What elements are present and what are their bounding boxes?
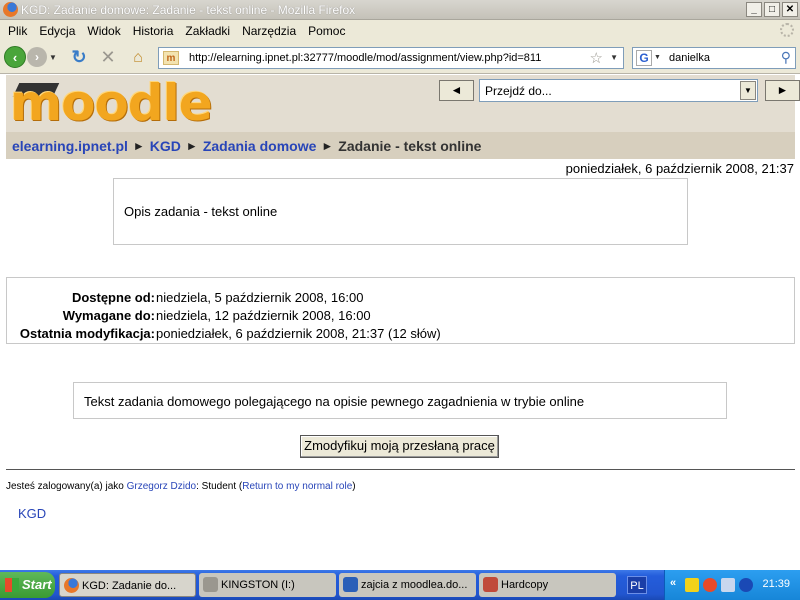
breadcrumb-separator: ► <box>132 138 145 153</box>
firefox-icon <box>3 2 18 17</box>
hc-tray-icon[interactable] <box>685 578 699 592</box>
edit-submission-button[interactable]: Zmodyfikuj moją przesłaną pracę <box>300 435 499 458</box>
task-label: zajcia z moodlea.do... <box>361 579 468 591</box>
modified-label: Ostatnia modyfikacja: <box>19 326 155 341</box>
login-info: Jesteś zalogowany(a) jako Grzegorz Dzido… <box>6 481 356 492</box>
task-label: KINGSTON (I:) <box>221 579 295 591</box>
firefox-icon <box>64 578 79 593</box>
task-label: Hardcopy <box>501 579 549 591</box>
antivirus-icon[interactable] <box>739 578 753 592</box>
window-title: KGD: Zadanie domowe: Zadanie - tekst onl… <box>21 3 356 17</box>
tray-app-icon[interactable] <box>703 578 717 592</box>
site-favicon-icon: m <box>163 51 179 65</box>
clock: 21:39 <box>762 578 790 590</box>
breadcrumb: elearning.ipnet.pl ► KGD ► Zadania domow… <box>6 132 795 159</box>
due-value: niedziela, 12 październik 2008, 16:00 <box>156 308 371 323</box>
history-dropdown-icon[interactable]: ▼ <box>48 46 58 69</box>
back-button[interactable]: ‹ <box>4 46 26 68</box>
windows-taskbar: Start KGD: Zadanie do... KINGSTON (I:) z… <box>0 570 800 600</box>
search-icon[interactable]: ⚲ <box>781 49 791 66</box>
role-text: : Student ( <box>196 481 243 492</box>
submission-text: Tekst zadania domowego polegającego na o… <box>84 394 585 409</box>
moodle-header: moodle ◄ Przejdź do... ▼ ► <box>6 75 800 132</box>
next-activity-button[interactable]: ► <box>765 80 800 101</box>
page-content: moodle ◄ Przejdź do... ▼ ► elearning.ipn… <box>0 75 800 568</box>
menu-view[interactable]: Widok <box>81 24 126 38</box>
bookmark-star-icon[interactable]: ☆ <box>590 49 603 67</box>
minimize-button[interactable]: _ <box>746 2 762 17</box>
start-label: Start <box>22 577 52 592</box>
menu-tools[interactable]: Narzędzia <box>236 24 302 38</box>
drive-icon <box>203 577 218 592</box>
start-button[interactable]: Start <box>0 572 55 598</box>
submission-text-box: Tekst zadania domowego polegającego na o… <box>73 382 727 419</box>
footer-divider <box>6 469 795 470</box>
reload-button[interactable]: ↻ <box>69 46 89 69</box>
breadcrumb-section[interactable]: Zadania domowe <box>203 138 317 154</box>
jump-to-value: Przejdź do... <box>485 84 552 98</box>
search-input[interactable]: danielka <box>669 52 710 64</box>
breadcrumb-course[interactable]: KGD <box>150 138 181 154</box>
breadcrumb-separator: ► <box>321 138 334 153</box>
language-indicator[interactable]: PL <box>627 576 647 594</box>
network-icon[interactable] <box>721 578 735 592</box>
window-titlebar: KGD: Zadanie domowe: Zadanie - tekst onl… <box>0 0 800 20</box>
menu-edit[interactable]: Edycja <box>33 24 81 38</box>
throbber-icon <box>780 23 794 37</box>
menu-history[interactable]: Historia <box>127 24 180 38</box>
task-label: KGD: Zadanie do... <box>82 580 177 592</box>
previous-activity-button[interactable]: ◄ <box>439 80 474 101</box>
search-engine-icon[interactable]: G <box>636 50 652 66</box>
due-label: Wymagane do: <box>62 308 155 323</box>
available-value: niedziela, 5 październik 2008, 16:00 <box>156 290 364 305</box>
forward-button[interactable]: › <box>27 47 47 67</box>
breadcrumb-site[interactable]: elearning.ipnet.pl <box>12 138 128 154</box>
chevron-down-icon[interactable]: ▼ <box>740 81 756 100</box>
menu-bookmarks[interactable]: Zakładki <box>179 24 236 38</box>
moodle-logo[interactable]: moodle <box>10 77 213 129</box>
close-button[interactable]: ✕ <box>782 2 798 17</box>
assignment-description-box: Opis zadania - tekst online <box>113 178 688 245</box>
breadcrumb-current: Zadanie - tekst online <box>338 137 482 154</box>
modified-value: poniedziałek, 6 październik 2008, 21:37 … <box>156 326 441 341</box>
assignment-dates-box: Dostępne od: niedziela, 5 październik 20… <box>6 277 795 344</box>
breadcrumb-separator: ► <box>185 138 198 153</box>
navigation-toolbar: ‹ › ▼ ↻ ✕ ⌂ m http://elearning.ipnet.pl:… <box>0 41 800 74</box>
task-word[interactable]: zajcia z moodlea.do... <box>339 573 476 597</box>
assignment-description: Opis zadania - tekst online <box>124 204 278 219</box>
search-bar[interactable]: G ▼ danielka ⚲ <box>632 47 796 69</box>
login-prefix: Jesteś zalogowany(a) jako <box>6 481 124 492</box>
menu-bar: Plik Edycja Widok Historia Zakładki Narz… <box>0 20 800 41</box>
available-label: Dostępne od: <box>71 290 155 305</box>
current-date: poniedziałek, 6 październik 2008, 21:37 <box>565 161 794 176</box>
tray-expand-icon[interactable]: « <box>670 577 676 589</box>
course-footer-link[interactable]: KGD <box>18 506 46 521</box>
url-bar[interactable]: m http://elearning.ipnet.pl:32777/moodle… <box>158 47 624 69</box>
return-normal-role-link[interactable]: Return to my normal role <box>242 481 352 492</box>
word-document-icon <box>343 577 358 592</box>
maximize-button[interactable]: □ <box>764 2 780 17</box>
system-tray: « 21:39 <box>664 570 800 600</box>
task-hardcopy[interactable]: Hardcopy <box>479 573 616 597</box>
role-close: ) <box>352 481 356 492</box>
url-dropdown-icon[interactable]: ▼ <box>610 53 618 62</box>
windows-logo-icon <box>5 578 19 592</box>
hardcopy-icon <box>483 577 498 592</box>
user-profile-link[interactable]: Grzegorz Dzido <box>127 481 196 492</box>
menu-help[interactable]: Pomoc <box>302 24 351 38</box>
task-drive[interactable]: KINGSTON (I:) <box>199 573 336 597</box>
home-button[interactable]: ⌂ <box>127 46 149 69</box>
menu-file[interactable]: Plik <box>2 24 33 38</box>
engine-dropdown-icon[interactable]: ▼ <box>654 54 661 61</box>
jump-to-select[interactable]: Przejdź do... ▼ <box>479 79 758 102</box>
url-text[interactable]: http://elearning.ipnet.pl:32777/moodle/m… <box>189 52 541 64</box>
stop-button[interactable]: ✕ <box>98 46 118 69</box>
task-firefox[interactable]: KGD: Zadanie do... <box>59 573 196 597</box>
